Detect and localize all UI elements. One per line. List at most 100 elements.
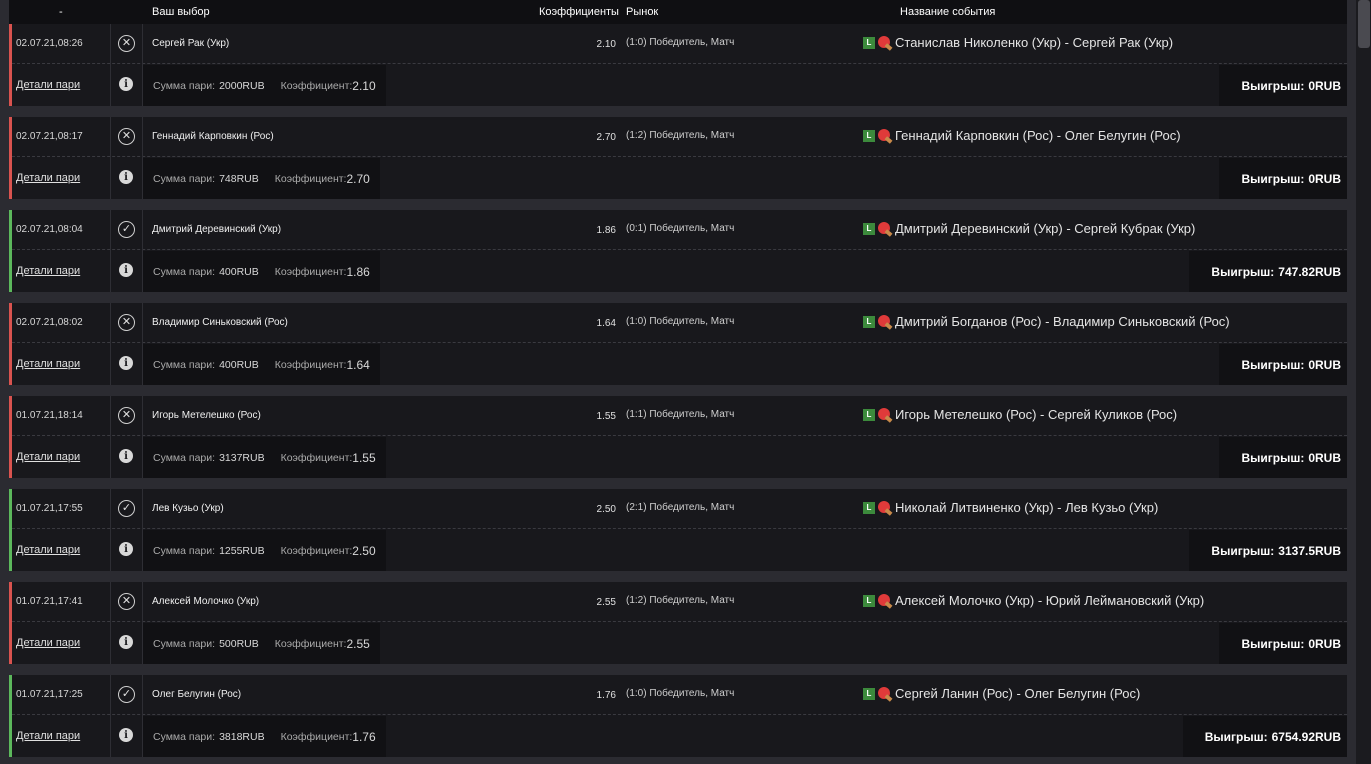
event-name[interactable]: L Николай Литвиненко (Укр) - Лев Кузьо (… xyxy=(863,500,1158,516)
win-label: Выигрыш: xyxy=(1241,450,1305,465)
column-divider xyxy=(142,24,143,106)
table-tennis-icon xyxy=(877,128,893,144)
coef-detail-value: 1.55 xyxy=(352,450,376,465)
bet-coef: 1.76 xyxy=(596,690,616,701)
stake-label: Сумма пари: xyxy=(153,79,216,92)
coef-label: Коэффициент: xyxy=(280,730,353,743)
bet-detail-row: Детали пари i Сумма пари: 1255RUB Коэффи… xyxy=(12,530,1347,571)
stake-value: 400RUB xyxy=(219,265,259,278)
info-icon[interactable]: i xyxy=(119,356,133,370)
coef-label: Коэффициент: xyxy=(280,451,353,464)
bet-date: 02.07.21,08:26 xyxy=(16,38,83,49)
coef-detail-value: 2.50 xyxy=(352,543,376,558)
stake-label: Сумма пари: xyxy=(153,358,216,371)
stake-value: 1255RUB xyxy=(219,544,265,557)
column-divider xyxy=(142,117,143,199)
column-divider xyxy=(110,24,111,106)
bet-details-link[interactable]: Детали пари xyxy=(16,79,80,91)
bet-date: 02.07.21,08:17 xyxy=(16,131,83,142)
bet-summary-row: 01.07.21,17:41 ✕ Алексей Молочко (Укр) 2… xyxy=(12,582,1347,622)
event-name[interactable]: L Сергей Ланин (Рос) - Олег Белугин (Рос… xyxy=(863,686,1140,702)
bet-choice: Алексей Молочко (Укр) xyxy=(152,596,260,607)
x-circle-icon: ✕ xyxy=(118,314,135,331)
stake-label: Сумма пари: xyxy=(153,544,216,557)
event-name[interactable]: L Геннадий Карповкин (Рос) - Олег Белуги… xyxy=(863,128,1181,144)
win-box: Выигрыш: 6754.92RUB xyxy=(1182,716,1347,757)
info-icon[interactable]: i xyxy=(119,635,133,649)
event-name[interactable]: L Станислав Николенко (Укр) - Сергей Рак… xyxy=(863,35,1174,51)
event-name[interactable]: L Игорь Метелешко (Рос) - Сергей Куликов… xyxy=(863,407,1177,423)
live-badge: L xyxy=(863,222,875,235)
bet-market: (1:1) Победитель, Матч xyxy=(626,409,735,420)
stake-label: Сумма пари: xyxy=(153,451,216,464)
bet-choice: Сергей Рак (Укр) xyxy=(152,38,230,49)
bet-history: - Ваш выбор Коэффициенты Рынок Название … xyxy=(0,0,1371,764)
bet-details-link[interactable]: Детали пари xyxy=(16,637,80,649)
win-value: 0RUB xyxy=(1308,636,1341,651)
table-tennis-icon xyxy=(877,500,893,516)
check-circle-icon: ✓ xyxy=(118,221,135,238)
coef-label: Коэффициент: xyxy=(274,172,347,185)
bet-summary-row: 02.07.21,08:04 ✓ Дмитрий Деревинский (Ук… xyxy=(12,210,1347,250)
live-badge: L xyxy=(863,408,875,421)
event-name[interactable]: L Дмитрий Богданов (Рос) - Владимир Синь… xyxy=(863,314,1230,330)
win-value: 0RUB xyxy=(1308,78,1341,93)
win-value: 3137.5RUB xyxy=(1278,543,1341,558)
info-icon[interactable]: i xyxy=(119,728,133,742)
bet-details-link[interactable]: Детали пари xyxy=(16,172,80,184)
stake-box: Сумма пари: 3137RUB Коэффициент: 1.55 xyxy=(143,437,386,478)
x-circle-icon: ✕ xyxy=(118,35,135,52)
win-box: Выигрыш: 0RUB xyxy=(1219,344,1347,385)
win-label: Выигрыш: xyxy=(1241,171,1305,186)
bet-date: 01.07.21,18:14 xyxy=(16,410,83,421)
stake-value: 2000RUB xyxy=(219,79,265,92)
bet-card: 02.07.21,08:04 ✓ Дмитрий Деревинский (Ук… xyxy=(9,210,1347,292)
bet-detail-row: Детали пари i Сумма пари: 500RUB Коэффиц… xyxy=(12,623,1347,664)
stake-value: 3137RUB xyxy=(219,451,265,464)
bet-details-link[interactable]: Детали пари xyxy=(16,544,80,556)
bet-date: 01.07.21,17:55 xyxy=(16,503,83,514)
bet-details-link[interactable]: Детали пари xyxy=(16,265,80,277)
stake-value: 3818RUB xyxy=(219,730,265,743)
bet-details-link[interactable]: Детали пари xyxy=(16,451,80,463)
event-name[interactable]: L Дмитрий Деревинский (Укр) - Сергей Куб… xyxy=(863,221,1195,237)
event-title: Дмитрий Богданов (Рос) - Владимир Синько… xyxy=(895,314,1230,329)
bet-card: 01.07.21,17:41 ✕ Алексей Молочко (Укр) 2… xyxy=(9,582,1347,664)
coef-detail-value: 2.70 xyxy=(346,171,370,186)
coef-detail-value: 2.55 xyxy=(346,636,370,651)
bet-details-link[interactable]: Детали пари xyxy=(16,358,80,370)
scrollbar[interactable] xyxy=(1356,0,1371,764)
win-label: Выигрыш: xyxy=(1241,636,1305,651)
info-icon[interactable]: i xyxy=(119,170,133,184)
stake-box: Сумма пари: 1255RUB Коэффициент: 2.50 xyxy=(143,530,386,571)
bet-summary-row: 02.07.21,08:26 ✕ Сергей Рак (Укр) 2.10 (… xyxy=(12,24,1347,64)
bet-coef: 2.55 xyxy=(596,597,616,608)
bet-date: 01.07.21,17:25 xyxy=(16,689,83,700)
table-tennis-icon xyxy=(877,314,893,330)
win-value: 0RUB xyxy=(1308,171,1341,186)
coef-detail-value: 2.10 xyxy=(352,78,376,93)
bet-choice: Лев Кузьо (Укр) xyxy=(152,503,224,514)
info-icon[interactable]: i xyxy=(119,263,133,277)
bet-coef: 1.55 xyxy=(596,411,616,422)
header-market: Рынок xyxy=(626,6,659,18)
win-value: 747.82RUB xyxy=(1278,264,1341,279)
coef-label: Коэффициент: xyxy=(274,358,347,371)
event-name[interactable]: L Алексей Молочко (Укр) - Юрий Леймановс… xyxy=(863,593,1204,609)
bet-date: 01.07.21,17:41 xyxy=(16,596,83,607)
scrollbar-thumb[interactable] xyxy=(1358,0,1370,48)
event-title: Станислав Николенко (Укр) - Сергей Рак (… xyxy=(895,35,1174,50)
live-badge: L xyxy=(863,501,875,514)
info-icon[interactable]: i xyxy=(119,449,133,463)
bet-detail-row: Детали пари i Сумма пари: 3137RUB Коэффи… xyxy=(12,437,1347,478)
table-tennis-icon xyxy=(877,221,893,237)
info-icon[interactable]: i xyxy=(119,77,133,91)
x-circle-icon: ✕ xyxy=(118,593,135,610)
coef-detail-value: 1.76 xyxy=(352,729,376,744)
column-divider xyxy=(110,117,111,199)
bet-choice: Дмитрий Деревинский (Укр) xyxy=(152,224,282,235)
info-icon[interactable]: i xyxy=(119,542,133,556)
stake-label: Сумма пари: xyxy=(153,265,216,278)
column-divider xyxy=(142,210,143,292)
bet-details-link[interactable]: Детали пари xyxy=(16,730,80,742)
